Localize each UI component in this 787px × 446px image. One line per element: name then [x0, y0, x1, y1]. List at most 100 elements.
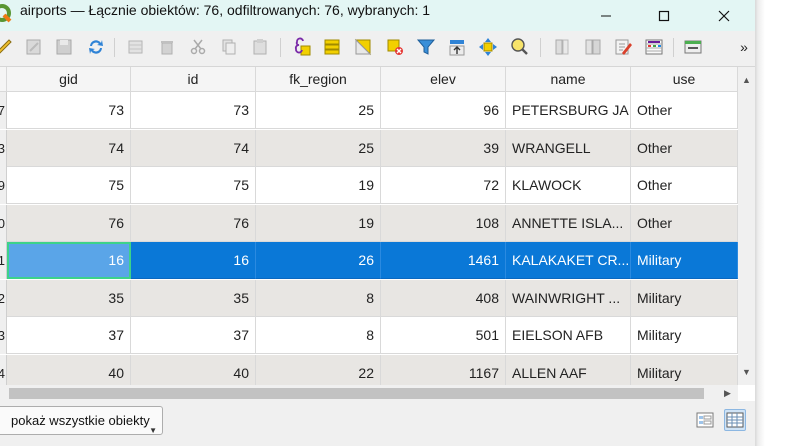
cell-fk-region[interactable]: 19: [256, 205, 381, 242]
toolbar-overflow-button[interactable]: »: [736, 35, 752, 59]
vertical-scrollbar[interactable]: ▲ ▼: [738, 67, 755, 385]
cell-use[interactable]: Other: [631, 205, 738, 242]
cell-name[interactable]: KLAWOCK: [506, 167, 631, 204]
cell-elev[interactable]: 108: [381, 205, 506, 242]
cell-elev[interactable]: 72: [381, 167, 506, 204]
table-row[interactable]: 74 74 25 39 WRANGELL Other: [7, 130, 738, 167]
cell-use[interactable]: Other: [631, 167, 738, 204]
invert-selection-button[interactable]: [351, 35, 375, 59]
column-header-fk-region[interactable]: fk_region: [256, 67, 381, 91]
cut-button[interactable]: [186, 35, 210, 59]
column-header-gid[interactable]: gid: [7, 67, 131, 91]
filter-button[interactable]: [414, 35, 438, 59]
cell-use[interactable]: Other: [631, 92, 738, 129]
cell-use[interactable]: Other: [631, 130, 738, 167]
new-field-button[interactable]: [550, 35, 574, 59]
cell-gid[interactable]: 73: [7, 92, 131, 129]
maximize-button[interactable]: [641, 0, 687, 31]
deselect-all-button[interactable]: [383, 35, 407, 59]
cell-name[interactable]: EIELSON AFB: [506, 317, 631, 354]
corner-header[interactable]: [0, 67, 7, 91]
cell-name[interactable]: WRANGELL: [506, 130, 631, 167]
add-feature-button[interactable]: [124, 35, 148, 59]
form-view-button[interactable]: [694, 409, 716, 431]
cell-fk-region[interactable]: 8: [256, 280, 381, 317]
close-button[interactable]: [701, 0, 747, 31]
feature-filter-dropdown[interactable]: pokaż wszystkie obiekty ▼: [0, 406, 163, 435]
conditional-formatting-button[interactable]: [642, 35, 666, 59]
cell-gid[interactable]: 75: [7, 167, 131, 204]
cell-name[interactable]: WAINWRIGHT ...: [506, 280, 631, 317]
horizontal-scrollbar[interactable]: ▶: [0, 385, 738, 402]
cell-use[interactable]: Military: [631, 317, 738, 354]
cell-id[interactable]: 75: [131, 167, 256, 204]
move-selection-to-top-button[interactable]: [445, 35, 469, 59]
multi-edit-button[interactable]: [22, 35, 46, 59]
table-row-selected[interactable]: 16 16 26 1461 KALAKAKET CR... Military: [7, 242, 738, 279]
toggle-editing-button[interactable]: [0, 35, 16, 59]
minimize-button[interactable]: [583, 0, 629, 31]
table-row[interactable]: 76 76 19 108 ANNETTE ISLA... Other: [7, 205, 738, 242]
cell-use[interactable]: Military: [631, 280, 738, 317]
cell-elev[interactable]: 96: [381, 92, 506, 129]
copy-button[interactable]: [217, 35, 241, 59]
paste-button[interactable]: [248, 35, 272, 59]
column-header-name[interactable]: name: [506, 67, 631, 91]
row-header[interactable]: 7: [0, 92, 7, 129]
scroll-right-icon[interactable]: ▶: [724, 388, 731, 399]
cell-name[interactable]: ANNETTE ISLA...: [506, 205, 631, 242]
field-calculator-button[interactable]: [611, 35, 635, 59]
column-header-elev[interactable]: elev: [381, 67, 506, 91]
table-row[interactable]: 73 73 25 96 PETERSBURG JA... Other: [7, 92, 738, 129]
cell-gid[interactable]: 16: [7, 242, 131, 279]
cell-name[interactable]: PETERSBURG JA...: [506, 92, 631, 129]
vertical-scroll-thumb[interactable]: [741, 93, 752, 361]
cell-gid[interactable]: 35: [7, 280, 131, 317]
cell-fk-region[interactable]: 19: [256, 167, 381, 204]
cell-elev[interactable]: 501: [381, 317, 506, 354]
select-all-button[interactable]: [320, 35, 344, 59]
cell-id[interactable]: 73: [131, 92, 256, 129]
save-edits-button[interactable]: [52, 35, 76, 59]
cell-fk-region[interactable]: 25: [256, 130, 381, 167]
cell-id[interactable]: 76: [131, 205, 256, 242]
table-row[interactable]: 37 37 8 501 EIELSON AFB Military: [7, 317, 738, 354]
cell-id[interactable]: 74: [131, 130, 256, 167]
cell-fk-region[interactable]: 26: [256, 242, 381, 279]
table-row[interactable]: 75 75 19 72 KLAWOCK Other: [7, 167, 738, 204]
cell-fk-region[interactable]: 25: [256, 92, 381, 129]
scroll-up-icon[interactable]: ▲: [742, 75, 751, 85]
column-header-id[interactable]: id: [131, 67, 256, 91]
table-row[interactable]: 35 35 8 408 WAINWRIGHT ... Military: [7, 280, 738, 317]
row-header[interactable]: 3: [0, 130, 7, 167]
cell-id[interactable]: 35: [131, 280, 256, 317]
delete-field-button[interactable]: [581, 35, 605, 59]
row-header[interactable]: 3: [0, 317, 7, 354]
delete-feature-button[interactable]: [155, 35, 179, 59]
cell-fk-region[interactable]: 8: [256, 317, 381, 354]
cell-gid[interactable]: 37: [7, 317, 131, 354]
row-header[interactable]: 1: [0, 242, 7, 279]
row-header[interactable]: 0: [0, 205, 7, 242]
row-header[interactable]: 2: [0, 280, 7, 317]
reload-button[interactable]: [84, 35, 108, 59]
table-view-button[interactable]: [724, 409, 746, 431]
cell-use[interactable]: Military: [631, 242, 738, 279]
zoom-to-selected-button[interactable]: [507, 35, 531, 59]
cell-elev[interactable]: 1461: [381, 242, 506, 279]
cell-id[interactable]: 37: [131, 317, 256, 354]
dock-button[interactable]: [681, 35, 705, 59]
cell-gid[interactable]: 76: [7, 205, 131, 242]
horizontal-scroll-thumb[interactable]: [9, 388, 704, 399]
title-bar[interactable]: airports — Łącznie obiektów: 76, odfiltr…: [0, 0, 755, 31]
cell-elev[interactable]: 408: [381, 280, 506, 317]
select-by-expression-button[interactable]: [290, 35, 314, 59]
cell-id[interactable]: 16: [131, 242, 256, 279]
pan-to-selected-button[interactable]: [476, 35, 500, 59]
cell-elev[interactable]: 39: [381, 130, 506, 167]
cell-gid[interactable]: 74: [7, 130, 131, 167]
scroll-down-icon[interactable]: ▼: [742, 367, 751, 377]
column-header-use[interactable]: use: [631, 67, 738, 91]
row-header[interactable]: 9: [0, 167, 7, 204]
cell-name[interactable]: KALAKAKET CR...: [506, 242, 631, 279]
